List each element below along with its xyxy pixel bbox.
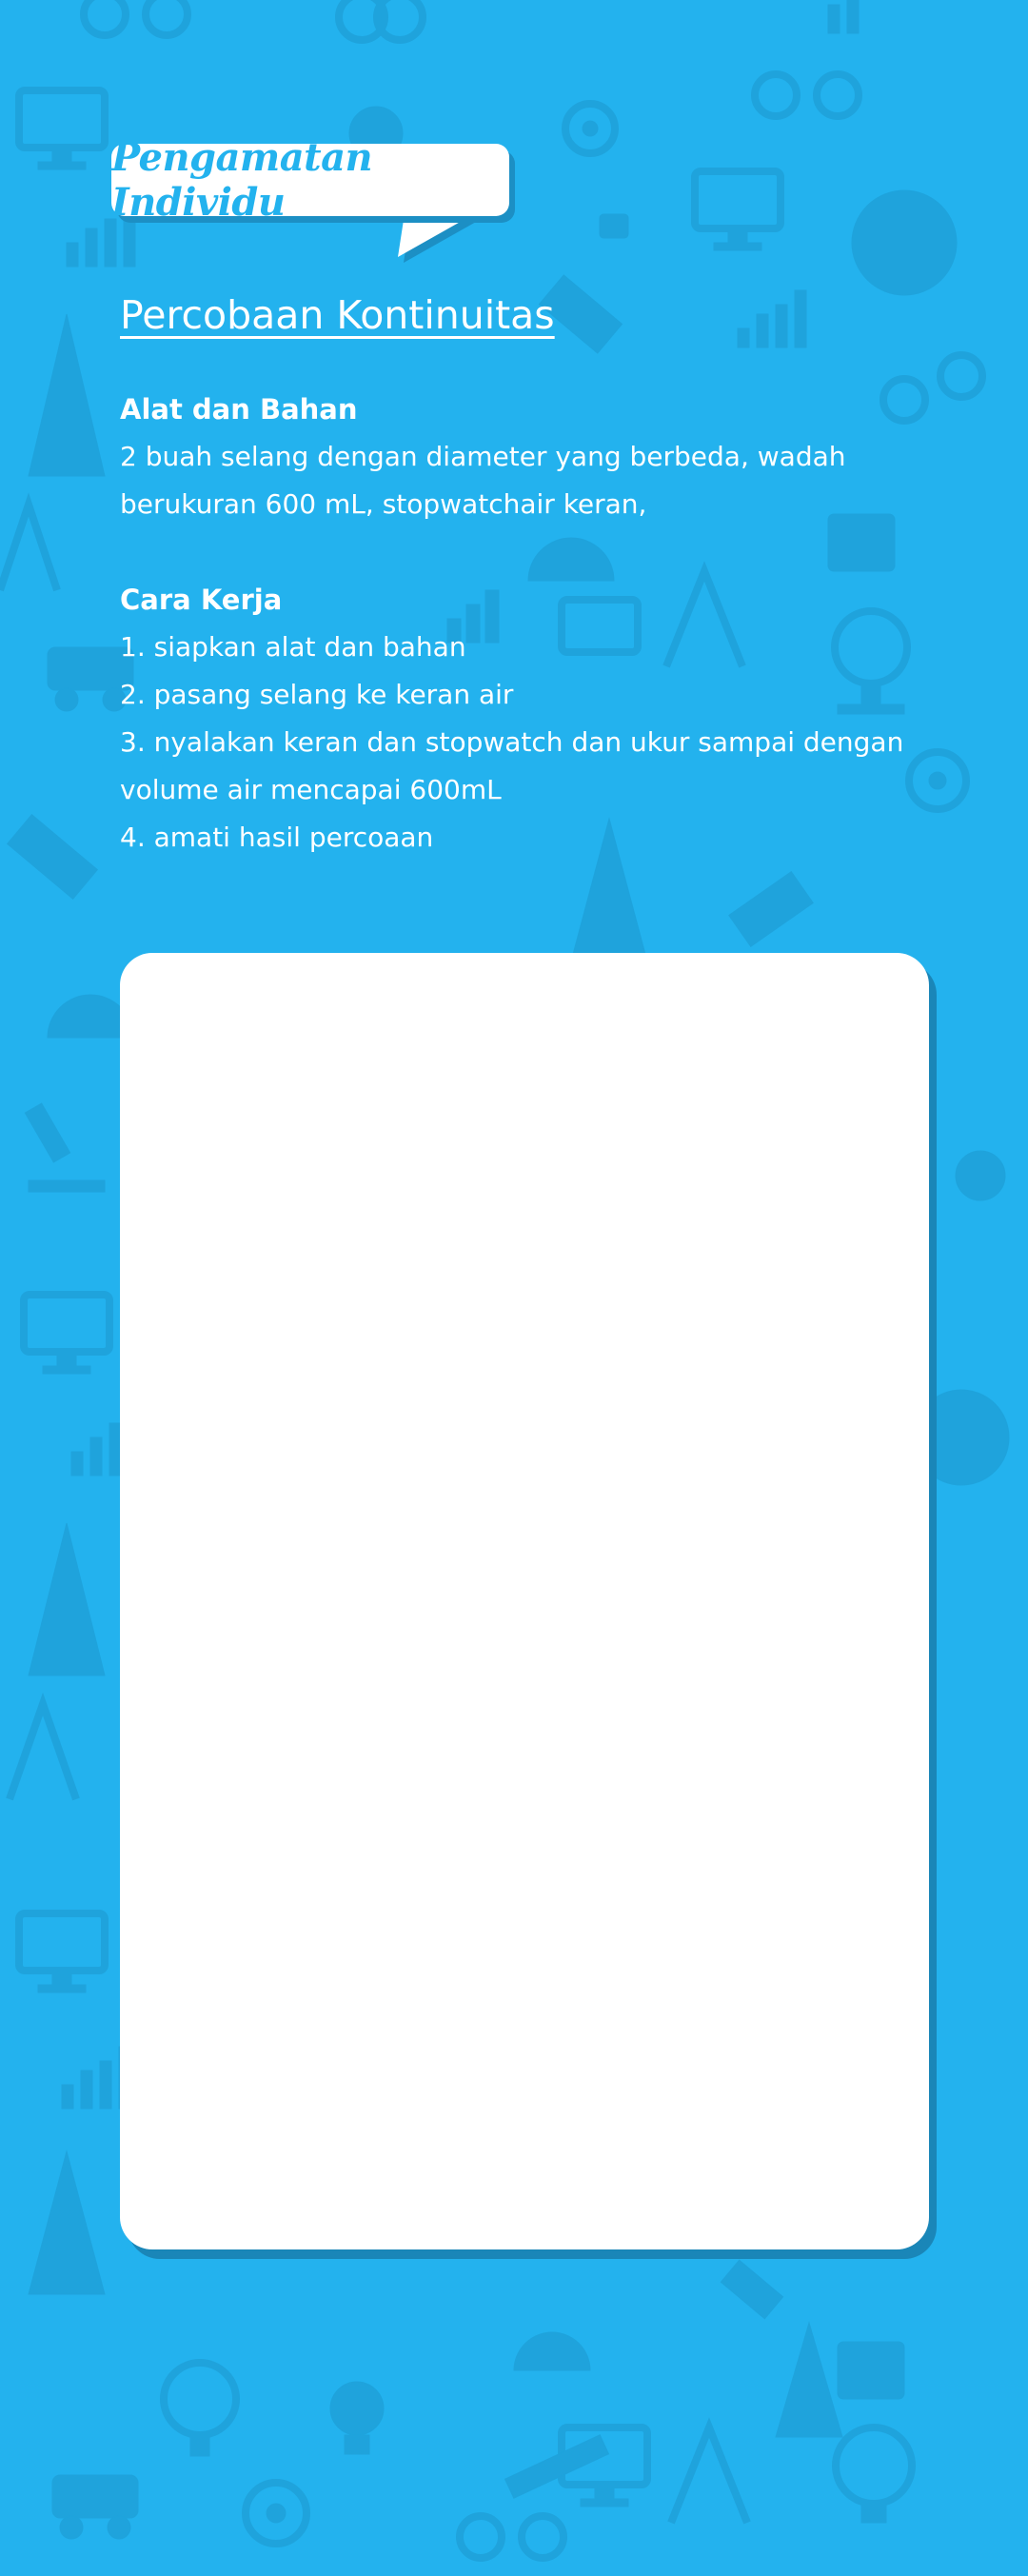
gear-icon — [335, 0, 426, 44]
satellite-icon — [728, 870, 814, 948]
bar-chart-icon — [827, 0, 860, 34]
compass-icon — [667, 2417, 751, 2525]
globe-icon — [160, 2359, 240, 2457]
monitor-icon — [20, 1291, 113, 1375]
procedure-step: 1. siapkan alat dan bahan — [120, 631, 466, 663]
observation-panel — [120, 953, 929, 2249]
lightbulb-icon — [955, 1150, 1006, 1201]
glasses-icon — [80, 0, 191, 39]
glasses-icon — [456, 2512, 567, 2562]
glasses-icon — [751, 70, 862, 120]
telescope-icon — [513, 2331, 591, 2371]
content-area: Percobaan Kontinuitas Alat dan Bahan 2 b… — [120, 286, 958, 862]
procedure-section: Cara Kerja 1. siapkan alat dan bahan 2. … — [120, 576, 958, 862]
procedure-step: 3. nyalakan keran dan stopwatch dan ukur… — [120, 726, 904, 805]
calendar-icon — [599, 213, 629, 239]
page-title: Percobaan Kontinuitas — [120, 292, 555, 338]
procedure-step: 4. amati hasil percoaan — [120, 822, 434, 853]
microscope-icon — [24, 1102, 106, 1193]
satellite-icon — [720, 2259, 784, 2320]
gear-icon — [562, 100, 619, 157]
gear-icon — [242, 2479, 310, 2547]
monitor-icon — [15, 87, 109, 170]
materials-heading: Alat dan Bahan — [120, 393, 358, 426]
cone-icon — [775, 2321, 843, 2438]
globe-icon — [851, 189, 958, 296]
compass-icon — [6, 1692, 80, 1801]
procedure-heading: Cara Kerja — [120, 584, 283, 616]
cone-icon — [28, 313, 106, 477]
cone-icon — [28, 2150, 106, 2295]
procedure-step: 2. pasang selang ke keran air — [120, 679, 514, 710]
bar-chart-icon — [70, 1422, 122, 1476]
bubble-title: Pengamatan Individu — [111, 135, 373, 225]
telescope-icon — [504, 2434, 610, 2499]
globe-icon — [832, 2424, 916, 2524]
monitor-icon — [691, 168, 784, 251]
monitor-icon — [15, 1910, 109, 1993]
cone-icon — [28, 1522, 106, 1676]
lightbulb-icon — [329, 2381, 385, 2455]
compass-icon — [0, 492, 61, 592]
title-speech-bubble: Pengamatan Individu — [111, 135, 509, 225]
calendar-icon — [837, 2341, 905, 2400]
satellite-icon — [6, 814, 99, 900]
materials-section: Alat dan Bahan 2 buah selang dengan diam… — [120, 386, 958, 528]
microscope-icon — [51, 2474, 139, 2540]
materials-text: 2 buah selang dengan diameter yang berbe… — [120, 441, 846, 520]
